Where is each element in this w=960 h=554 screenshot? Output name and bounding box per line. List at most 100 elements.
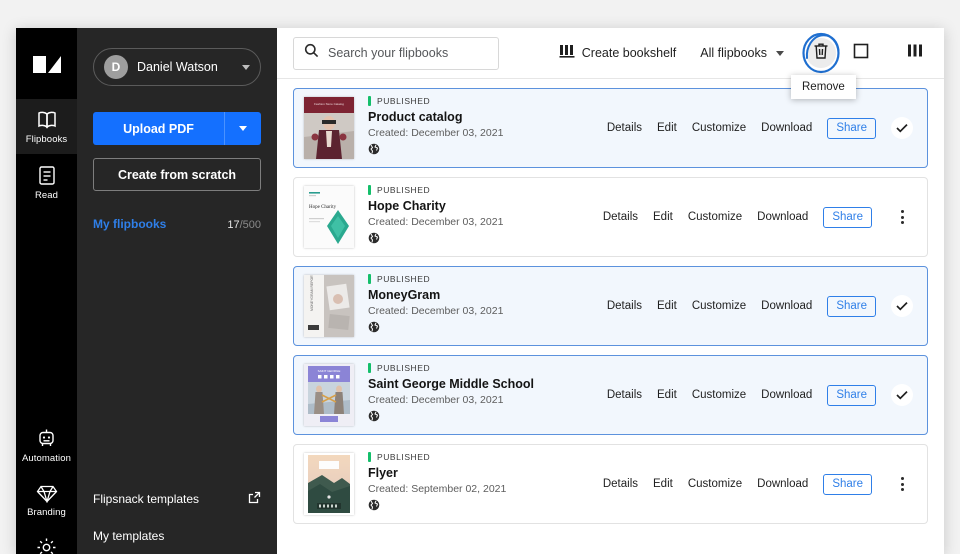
customize-link[interactable]: Customize xyxy=(692,389,746,401)
thumbnail-product-catalog: Fashion Store Catalog xyxy=(304,97,354,159)
edit-link[interactable]: Edit xyxy=(657,300,677,312)
checkbox-empty-icon xyxy=(853,43,869,64)
edit-link[interactable]: Edit xyxy=(653,211,673,223)
gear-icon xyxy=(36,537,57,554)
thumbnail-saint-george-middle-school: SAINT GEORGE xyxy=(304,364,354,426)
sidebar-item-label: Automation xyxy=(21,453,72,464)
trash-icon xyxy=(813,42,829,65)
details-link[interactable]: Details xyxy=(607,122,642,134)
chevron-down-icon xyxy=(239,126,247,131)
globe-icon xyxy=(368,320,380,337)
status-bar xyxy=(368,363,371,373)
grid-view-button[interactable] xyxy=(900,38,930,68)
sidebar-item-label: Flipbooks xyxy=(25,134,68,145)
customize-link[interactable]: Customize xyxy=(688,478,742,490)
customize-link[interactable]: Customize xyxy=(692,122,746,134)
thumbnail-hope-charity: Hope Charity xyxy=(304,186,354,248)
diamond-icon xyxy=(36,484,58,503)
search-input[interactable] xyxy=(328,46,488,60)
svg-text:Hope Charity: Hope Charity xyxy=(309,205,337,210)
table-row[interactable]: MONEYGRAM REPORT PUBLISHED MoneyGram Cre… xyxy=(293,266,928,346)
row-created-date: Created: December 03, 2021 xyxy=(368,305,504,317)
sidebar-item-automation[interactable]: Automation xyxy=(16,417,77,473)
customize-link[interactable]: Customize xyxy=(692,300,746,312)
upload-pdf-group: Upload PDF xyxy=(93,112,261,145)
sidebar-item-settings[interactable] xyxy=(16,526,77,554)
details-link[interactable]: Details xyxy=(603,211,638,223)
row-selected-checkmark[interactable] xyxy=(891,384,913,406)
row-selected-checkmark[interactable] xyxy=(891,295,913,317)
status-badge: PUBLISHED xyxy=(368,452,603,462)
flipbooks-filter-dropdown[interactable]: All flipbooks xyxy=(700,46,784,60)
sidebar-item-read[interactable]: Read xyxy=(16,154,77,210)
create-bookshelf-button[interactable]: Create bookshelf xyxy=(559,44,677,62)
row-created-date: Created: December 03, 2021 xyxy=(368,127,504,139)
my-templates-link[interactable]: My templates xyxy=(93,518,261,554)
edit-link[interactable]: Edit xyxy=(657,389,677,401)
globe-icon xyxy=(368,142,380,159)
thumbnail-flyer xyxy=(304,453,354,515)
table-row[interactable]: Hope Charity PUBLISHED Hope Charity Crea… xyxy=(293,177,928,257)
sidebar-item-branding[interactable]: Branding xyxy=(16,473,77,527)
quota-counter: 17/500 xyxy=(227,219,261,231)
flipbook-logo-icon[interactable] xyxy=(16,28,77,99)
search-box[interactable] xyxy=(293,36,499,70)
flipsnack-templates-label: Flipsnack templates xyxy=(93,492,200,506)
more-vertical-icon[interactable] xyxy=(891,473,913,495)
share-button[interactable]: Share xyxy=(827,384,876,406)
upload-pdf-button[interactable]: Upload PDF xyxy=(93,112,224,145)
row-selected-checkmark[interactable] xyxy=(891,117,913,139)
share-button[interactable]: Share xyxy=(823,206,872,228)
sidebar-item-label: Read xyxy=(34,189,59,201)
row-actions: Details Edit Customize Download Share xyxy=(603,473,913,495)
status-badge: PUBLISHED xyxy=(368,363,607,373)
share-button[interactable]: Share xyxy=(823,473,872,495)
sidebar-item-flipbooks[interactable]: Flipbooks xyxy=(16,99,77,154)
table-row[interactable]: PUBLISHED Flyer Created: September 02, 2… xyxy=(293,444,928,524)
more-vertical-icon[interactable] xyxy=(891,206,913,228)
table-row[interactable]: Fashion Store Catalog PUBLISHED Product … xyxy=(293,88,928,168)
row-title: MoneyGram xyxy=(368,288,441,302)
status-label: PUBLISHED xyxy=(377,363,431,373)
row-info: PUBLISHED MoneyGram Created: December 03… xyxy=(368,274,607,338)
document-list-icon xyxy=(38,165,56,186)
table-row[interactable]: SAINT GEORGE PUBLISHED Saint George Midd… xyxy=(293,355,928,435)
details-link[interactable]: Details xyxy=(603,478,638,490)
status-label: PUBLISHED xyxy=(377,452,431,462)
sidebar-panel: D Daniel Watson Upload PDF Create from s… xyxy=(77,28,277,554)
edit-link[interactable]: Edit xyxy=(653,478,673,490)
details-link[interactable]: Details xyxy=(607,300,642,312)
download-link[interactable]: Download xyxy=(761,300,812,312)
row-info: PUBLISHED Product catalog Created: Decem… xyxy=(368,96,607,160)
row-info: PUBLISHED Flyer Created: September 02, 2… xyxy=(368,452,603,516)
download-link[interactable]: Download xyxy=(761,389,812,401)
upload-pdf-dropdown-button[interactable] xyxy=(224,112,261,145)
sidebar-item-label: Branding xyxy=(27,506,66,518)
download-link[interactable]: Download xyxy=(757,478,808,490)
grid-view-icon xyxy=(907,43,923,63)
row-title: Hope Charity xyxy=(368,199,446,213)
my-templates-label: My templates xyxy=(93,529,165,543)
svg-text:SAINT GEORGE: SAINT GEORGE xyxy=(318,369,341,373)
select-all-button[interactable] xyxy=(846,38,876,68)
customize-link[interactable]: Customize xyxy=(688,211,742,223)
share-button[interactable]: Share xyxy=(827,117,876,139)
svg-text:MONEYGRAM REPORT: MONEYGRAM REPORT xyxy=(310,275,314,311)
status-bar xyxy=(368,96,371,106)
download-link[interactable]: Download xyxy=(757,211,808,223)
details-link[interactable]: Details xyxy=(607,389,642,401)
my-flipbooks-link[interactable]: My flipbooks 17/500 xyxy=(93,217,261,231)
create-from-scratch-button[interactable]: Create from scratch xyxy=(93,158,261,191)
remove-button[interactable] xyxy=(806,38,836,68)
robot-icon xyxy=(36,428,57,449)
flipsnack-templates-link[interactable]: Flipsnack templates xyxy=(93,480,261,518)
status-label: PUBLISHED xyxy=(377,185,431,195)
account-menu[interactable]: D Daniel Watson xyxy=(93,48,261,86)
status-badge: PUBLISHED xyxy=(368,185,603,195)
share-button[interactable]: Share xyxy=(827,295,876,317)
edit-link[interactable]: Edit xyxy=(657,122,677,134)
create-bookshelf-label: Create bookshelf xyxy=(581,46,677,60)
download-link[interactable]: Download xyxy=(761,122,812,134)
flipbook-list: Fashion Store Catalog PUBLISHED Product … xyxy=(277,79,944,554)
nav-rail-bottom: Automation Branding xyxy=(16,417,77,554)
